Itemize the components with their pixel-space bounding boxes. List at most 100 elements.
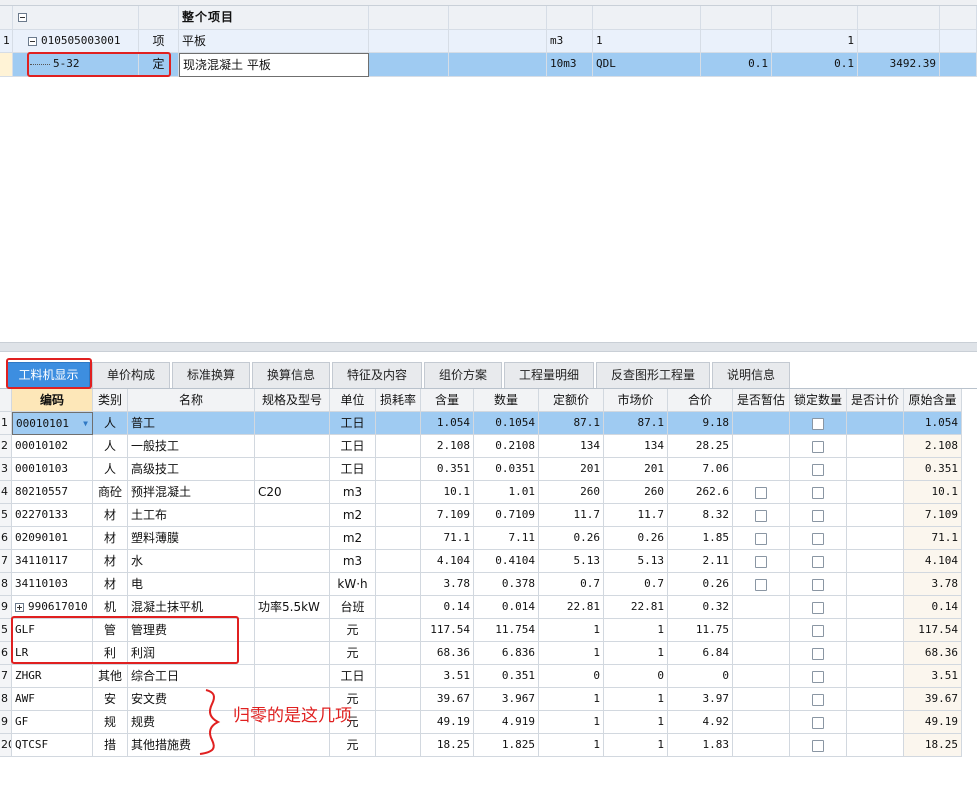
original-content-cell[interactable]: 7.109 xyxy=(904,504,962,527)
name-edit-cell[interactable]: 现浇混凝土 平板 xyxy=(179,53,369,77)
quota-price-cell[interactable]: 0.7 xyxy=(539,573,604,596)
market-price-cell[interactable]: 0.26 xyxy=(604,527,668,550)
code-cell[interactable]: 34110117 xyxy=(12,550,93,573)
tab-pricing-scheme[interactable]: 组价方案 xyxy=(424,362,502,388)
provisional-cell[interactable] xyxy=(733,688,790,711)
unit-cell[interactable]: m3 xyxy=(330,550,376,573)
market-price-cell[interactable]: 0 xyxy=(604,665,668,688)
checkbox[interactable] xyxy=(812,578,824,591)
loss-rate-cell[interactable] xyxy=(376,458,421,481)
total-price-cell[interactable]: 9.18 xyxy=(668,412,733,435)
lock-quantity-cell[interactable] xyxy=(790,711,847,734)
category-cell[interactable]: 材 xyxy=(93,504,128,527)
quota-price-cell[interactable]: 134 xyxy=(539,435,604,458)
loss-rate-cell[interactable] xyxy=(376,412,421,435)
unit-cell[interactable]: 台班 xyxy=(330,596,376,619)
quantity-cell[interactable]: 1.825 xyxy=(474,734,539,757)
quantity-cell[interactable]: 11.754 xyxy=(474,619,539,642)
is-priced-cell[interactable] xyxy=(847,619,904,642)
code-cell[interactable]: GF xyxy=(12,711,93,734)
name-cell[interactable]: 电 xyxy=(128,573,255,596)
market-price-cell[interactable]: 11.7 xyxy=(604,504,668,527)
market-price-cell[interactable]: 5.13 xyxy=(604,550,668,573)
total-price-cell[interactable]: 4.92 xyxy=(668,711,733,734)
tree-row-root[interactable]: 整个项目 xyxy=(0,6,977,30)
unit-cell[interactable]: m3 xyxy=(547,30,593,53)
tab-quantity-detail[interactable]: 工程量明细 xyxy=(504,362,594,388)
loss-rate-cell[interactable] xyxy=(376,711,421,734)
quantity-cell[interactable]: 0.378 xyxy=(474,573,539,596)
tab-standard-conversion[interactable]: 标准换算 xyxy=(172,362,250,388)
checkbox[interactable] xyxy=(812,555,824,568)
provisional-cell[interactable] xyxy=(733,458,790,481)
original-content-cell[interactable]: 1.054 xyxy=(904,412,962,435)
column-header[interactable]: 定额价 xyxy=(539,389,604,412)
original-content-cell[interactable]: 2.108 xyxy=(904,435,962,458)
category-cell[interactable]: 人 xyxy=(93,458,128,481)
checkbox[interactable] xyxy=(812,509,824,522)
original-content-cell[interactable]: 71.1 xyxy=(904,527,962,550)
content-cell[interactable]: 2.108 xyxy=(421,435,474,458)
quantity-cell[interactable]: 1 xyxy=(772,30,858,53)
is-priced-cell[interactable] xyxy=(847,665,904,688)
loss-rate-cell[interactable] xyxy=(376,665,421,688)
original-content-cell[interactable]: 18.25 xyxy=(904,734,962,757)
dropdown-arrow-icon[interactable]: ▼ xyxy=(83,413,88,434)
lock-quantity-cell[interactable] xyxy=(790,458,847,481)
total-price-cell[interactable]: 1.83 xyxy=(668,734,733,757)
category-cell[interactable]: 人 xyxy=(93,435,128,458)
unit-cell[interactable]: 工日 xyxy=(330,665,376,688)
column-header[interactable]: 类别 xyxy=(93,389,128,412)
spec-cell[interactable] xyxy=(255,734,330,757)
spec-cell[interactable]: 功率5.5kW xyxy=(255,596,330,619)
content-cell[interactable]: 71.1 xyxy=(421,527,474,550)
is-priced-cell[interactable] xyxy=(847,688,904,711)
expand-icon[interactable] xyxy=(15,602,24,612)
content-cell[interactable]: 3.78 xyxy=(421,573,474,596)
is-priced-cell[interactable] xyxy=(847,458,904,481)
unit-cell[interactable]: 工日 xyxy=(330,412,376,435)
category-cell[interactable]: 利 xyxy=(93,642,128,665)
panel-splitter[interactable] xyxy=(0,342,977,352)
content-cell[interactable]: 4.104 xyxy=(421,550,474,573)
quantity-cell[interactable]: 6.836 xyxy=(474,642,539,665)
spec-cell[interactable] xyxy=(255,665,330,688)
tree-row-bill[interactable]: 1 010505003001 项 平板 m3 1 1 xyxy=(0,30,977,53)
spec-cell[interactable] xyxy=(255,504,330,527)
unit-cell[interactable]: 10m3 xyxy=(547,53,593,77)
spec-cell[interactable] xyxy=(255,642,330,665)
expression-cell[interactable]: QDL xyxy=(593,53,701,77)
quota-price-cell[interactable]: 0.26 xyxy=(539,527,604,550)
code-cell[interactable]: LR xyxy=(12,642,93,665)
column-header[interactable]: 名称 xyxy=(128,389,255,412)
original-content-cell[interactable]: 3.78 xyxy=(904,573,962,596)
total-price-cell[interactable]: 28.25 xyxy=(668,435,733,458)
original-content-cell[interactable]: 10.1 xyxy=(904,481,962,504)
unit-cell[interactable]: 元 xyxy=(330,619,376,642)
column-header[interactable]: 是否计价 xyxy=(847,389,904,412)
market-price-cell[interactable]: 87.1 xyxy=(604,412,668,435)
provisional-cell[interactable] xyxy=(733,573,790,596)
is-priced-cell[interactable] xyxy=(847,734,904,757)
code-cell[interactable]: 34110103 xyxy=(12,573,93,596)
original-content-cell[interactable]: 3.51 xyxy=(904,665,962,688)
checkbox[interactable] xyxy=(812,463,824,476)
name-cell[interactable]: 土工布 xyxy=(128,504,255,527)
lock-quantity-cell[interactable] xyxy=(790,665,847,688)
name-cell[interactable]: 整个项目 xyxy=(179,6,369,30)
code-cell[interactable]: 00010101 ▼ xyxy=(12,412,93,435)
loss-rate-cell[interactable] xyxy=(376,619,421,642)
column-header[interactable]: 单位 xyxy=(330,389,376,412)
tab-reverse-graphic-quantity[interactable]: 反查图形工程量 xyxy=(596,362,710,388)
quota-price-cell[interactable]: 0 xyxy=(539,665,604,688)
unit-cell[interactable]: 工日 xyxy=(330,458,376,481)
total-price-cell[interactable]: 11.75 xyxy=(668,619,733,642)
code-cell[interactable]: QTCSF xyxy=(12,734,93,757)
name-cell[interactable]: 水 xyxy=(128,550,255,573)
quantity-cell[interactable]: 0.1054 xyxy=(474,412,539,435)
loss-rate-cell[interactable] xyxy=(376,688,421,711)
column-header[interactable]: 是否暂估 xyxy=(733,389,790,412)
category-cell[interactable]: 安 xyxy=(93,688,128,711)
is-priced-cell[interactable] xyxy=(847,527,904,550)
quota-price-cell[interactable]: 11.7 xyxy=(539,504,604,527)
